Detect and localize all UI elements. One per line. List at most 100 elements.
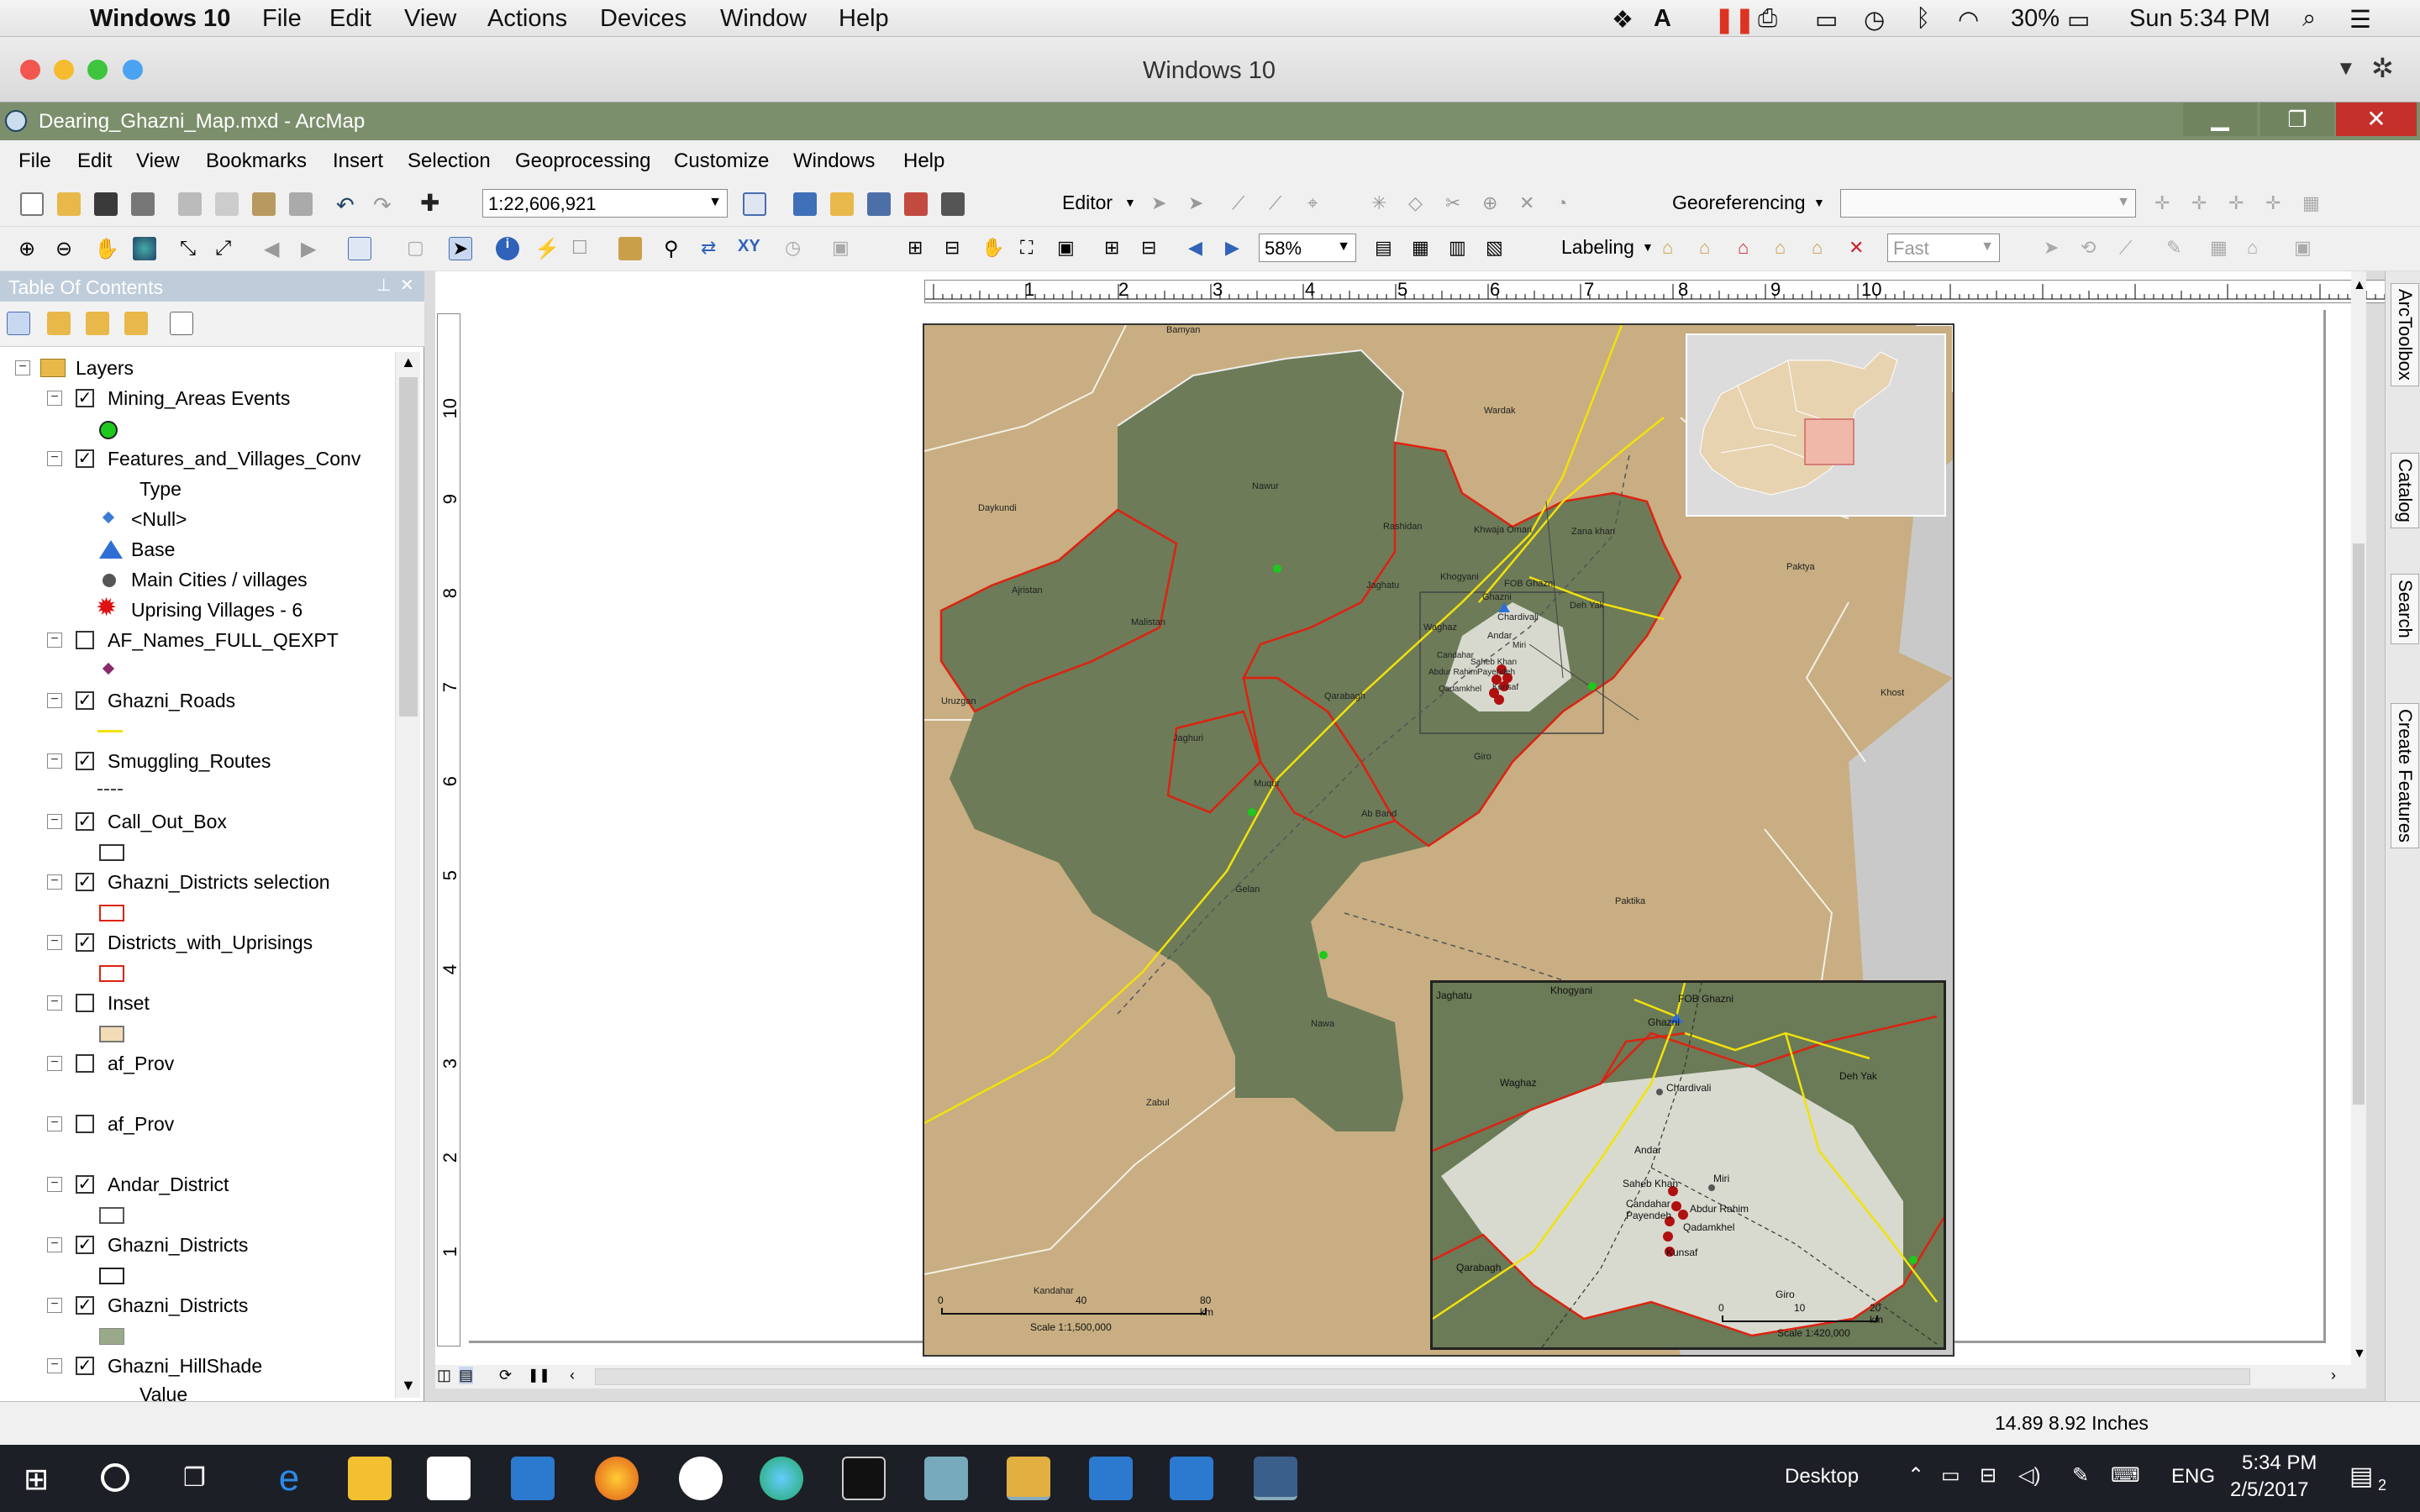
fixed-zoom-in-icon[interactable]: ⤡: [180, 237, 203, 260]
terminal-icon[interactable]: [842, 1457, 886, 1500]
collapse-icon[interactable]: −: [47, 1237, 62, 1252]
layer-visibility-checkbox[interactable]: ✓: [76, 1296, 94, 1315]
toc-layer-name[interactable]: Smuggling_Routes: [108, 750, 271, 773]
dropbox-icon[interactable]: ❖: [1612, 5, 1634, 34]
h-scroll-thumb[interactable]: [595, 1368, 2250, 1385]
draw-group-icon[interactable]: ⌂: [2247, 237, 2270, 260]
collapse-icon[interactable]: −: [15, 360, 30, 375]
straight-segment-icon[interactable]: ⟋: [1232, 192, 1255, 216]
collapse-icon[interactable]: −: [47, 874, 62, 890]
battery-tray-icon[interactable]: ▭: [1941, 1463, 1960, 1488]
attributes-icon[interactable]: ✕: [1519, 192, 1543, 216]
scroll-down-icon[interactable]: ▼: [2353, 1347, 2366, 1362]
map-scale-combobox[interactable]: 1:22,606,921 ▼: [482, 189, 728, 218]
layer-visibility-checkbox[interactable]: [76, 994, 94, 1012]
keyboard-tray-icon[interactable]: ⌨: [2111, 1463, 2140, 1488]
scale-georef-icon[interactable]: ✛: [2265, 192, 2289, 216]
pin-icon[interactable]: ⊥: [376, 275, 391, 296]
menu-edit[interactable]: Edit: [77, 150, 112, 173]
collapse-icon[interactable]: −: [47, 1298, 62, 1313]
mac-menu-help[interactable]: Help: [839, 5, 889, 33]
scroll-thumb[interactable]: [399, 377, 418, 717]
select-features-icon[interactable]: [348, 237, 371, 260]
menu-customize[interactable]: Customize: [674, 150, 769, 173]
scroll-thumb[interactable]: [2353, 543, 2365, 1105]
fullscreen-traffic-light[interactable]: [123, 60, 143, 80]
mac-menu-devices[interactable]: Devices: [600, 5, 687, 33]
draw-select-icon[interactable]: ➤: [2044, 237, 2067, 260]
store-icon[interactable]: [427, 1457, 471, 1500]
split-tool-icon[interactable]: ✳: [1371, 192, 1395, 216]
go-to-xy-icon[interactable]: XY: [738, 237, 761, 260]
menu-help[interactable]: Help: [903, 150, 944, 173]
layer-visibility-checkbox[interactable]: ✓: [76, 389, 94, 407]
overview-map[interactable]: [1686, 333, 1946, 517]
settings-app-icon[interactable]: [1170, 1457, 1213, 1500]
collapse-icon[interactable]: −: [47, 1116, 62, 1131]
full-extent-icon[interactable]: [133, 237, 156, 260]
edit-annotation-icon[interactable]: ➤: [1188, 192, 1212, 216]
copy-icon[interactable]: [215, 192, 239, 216]
restore-button[interactable]: ❐: [2260, 102, 2334, 136]
paste-icon[interactable]: [252, 192, 276, 216]
select-elements-icon[interactable]: ➤: [449, 237, 472, 260]
labeling-dropdown-icon[interactable]: ▼: [1642, 240, 1654, 254]
menu-view[interactable]: View: [136, 150, 180, 173]
trace-icon[interactable]: ⌖: [1307, 192, 1331, 216]
callout-inset-map[interactable]: Jaghatu Khogyani FOB Ghazni Ghazni Wagha…: [1430, 980, 1946, 1350]
html-popup-icon[interactable]: ☐: [571, 237, 595, 260]
layer-visibility-checkbox[interactable]: ✓: [76, 1357, 94, 1375]
georef-layer-combobox[interactable]: ▼: [1840, 189, 2136, 218]
data-driven-pages-icon[interactable]: ▧: [1486, 237, 1509, 260]
change-layout-icon[interactable]: ▥: [1449, 237, 1472, 260]
collapse-icon[interactable]: −: [47, 693, 62, 708]
save-icon[interactable]: [94, 192, 118, 216]
focus-data-frame-icon[interactable]: ▦: [1412, 237, 1435, 260]
layer-visibility-checkbox[interactable]: [76, 631, 94, 649]
time-machine-icon[interactable]: ◷: [1864, 5, 1885, 34]
redo-icon[interactable]: ↷: [373, 192, 397, 218]
mac-menu-file[interactable]: File: [262, 5, 302, 33]
layer-visibility-checkbox[interactable]: ✓: [76, 812, 94, 831]
toc-layer-name[interactable]: AF_Names_FULL_QEXPT: [108, 629, 339, 652]
label-priority-icon[interactable]: ⌂: [1699, 237, 1723, 260]
layer-visibility-checkbox[interactable]: [76, 1115, 94, 1133]
hyperlink-icon[interactable]: ⚡: [534, 237, 560, 260]
list-by-visibility-icon[interactable]: [86, 312, 109, 335]
compass-app-icon[interactable]: [679, 1457, 723, 1500]
list-by-source-icon[interactable]: [47, 312, 71, 335]
menu-geoprocessing[interactable]: Geoprocessing: [515, 150, 650, 173]
pan-icon[interactable]: ✋: [94, 237, 119, 260]
vm-dropdown-icon[interactable]: ▼: [2336, 57, 2356, 81]
toc-layer-name[interactable]: Features_and_Villages_Conv: [108, 448, 360, 470]
collapse-icon[interactable]: −: [47, 935, 62, 950]
layer-visibility-checkbox[interactable]: ✓: [76, 752, 94, 770]
collapse-icon[interactable]: −: [47, 451, 62, 466]
toc-layer-name[interactable]: Ghazni_Districts selection: [108, 871, 330, 894]
toc-close-icon[interactable]: ✕: [400, 275, 414, 296]
catalog-window-icon[interactable]: [830, 192, 854, 216]
menu-windows[interactable]: Windows: [793, 150, 875, 173]
toc-layer-name[interactable]: af_Prov: [108, 1053, 174, 1075]
find-route-icon[interactable]: ⇄: [701, 237, 724, 260]
windows-start-icon[interactable]: ⊞: [24, 1462, 49, 1497]
toc-layer-name[interactable]: Mining_Areas Events: [108, 387, 290, 410]
collapse-icon[interactable]: −: [47, 753, 62, 769]
layout-zoom-out-icon[interactable]: ⊟: [944, 237, 968, 260]
wifi-icon[interactable]: ◠: [1958, 5, 1979, 34]
zoom-out-icon[interactable]: ⊖: [55, 237, 79, 260]
mac-clock[interactable]: Sun 5:34 PM: [2129, 5, 2270, 33]
cut-polygons-icon[interactable]: ✂: [1445, 192, 1469, 216]
toc-layer-name[interactable]: af_Prov: [108, 1113, 174, 1136]
mac-app-name[interactable]: Windows 10: [90, 5, 230, 33]
zoom-whole-page-icon[interactable]: ⛶: [1020, 237, 1044, 260]
draw-order-icon[interactable]: ▣: [2294, 237, 2317, 260]
cut-icon[interactable]: [178, 192, 202, 216]
endpoint-arc-icon[interactable]: ⟋: [1269, 192, 1292, 216]
globe-app-icon[interactable]: [760, 1457, 803, 1500]
rotate-georef-icon[interactable]: ✛: [2191, 192, 2215, 216]
viewer-window-icon[interactable]: ▣: [832, 237, 855, 260]
menu-file[interactable]: File: [18, 150, 51, 173]
edge-icon[interactable]: e: [267, 1457, 311, 1500]
time-slider-icon[interactable]: ◷: [785, 237, 808, 260]
